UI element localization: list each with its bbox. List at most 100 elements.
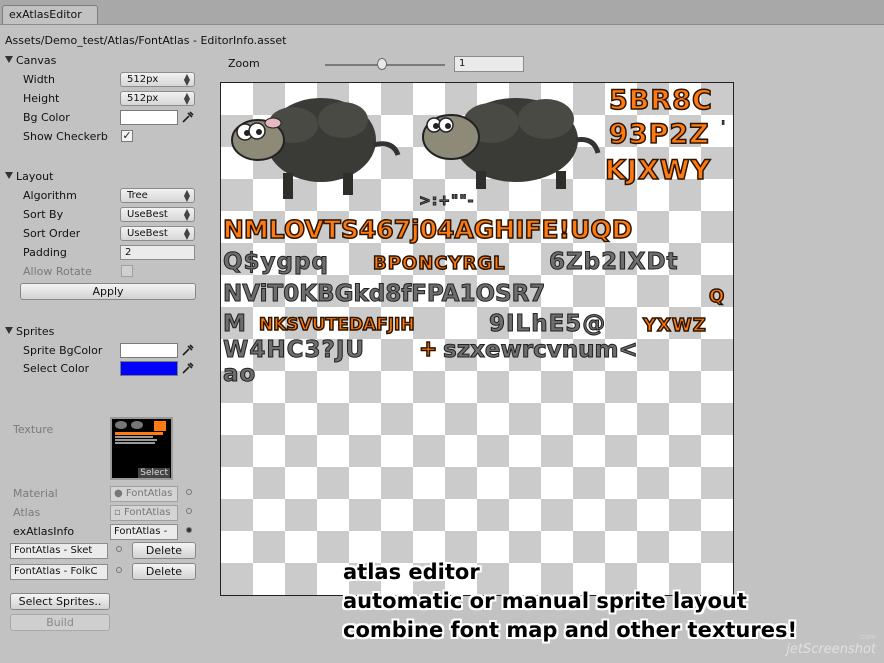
source-sprite-field[interactable]: FontAtlas - FolkC (10, 564, 108, 580)
glyph-row: NMLOVTS467j04AGHIFE!UQD (222, 214, 633, 245)
glyph-row: szxewrcvnum< (443, 337, 639, 364)
atlas-field[interactable]: ▫ FontAtlas (110, 505, 178, 521)
object-picker-icon[interactable] (186, 489, 192, 495)
height-row: Height 512px ▲ ▼ (0, 90, 205, 108)
window-tab-bar: exAtlasEditor (0, 0, 884, 25)
caption-line: atlas editor (343, 560, 480, 584)
width-row: Width 512px ▲ ▼ (0, 71, 205, 89)
allow-rotate-checkbox[interactable] (121, 265, 133, 277)
editor-tab[interactable]: exAtlasEditor (2, 5, 98, 24)
sort-order-label: Sort Order (23, 227, 81, 240)
eyedropper-icon[interactable] (181, 343, 195, 357)
object-picker-icon[interactable] (116, 546, 122, 552)
glyph-row: NViT0KBGkd8fFPA1OSR7 (222, 281, 546, 308)
canvas-section-header[interactable]: Canvas (0, 52, 205, 70)
glyph-row: Q$ygpq (223, 249, 329, 276)
object-picker-icon[interactable] (116, 567, 122, 573)
material-field[interactable]: ● FontAtlas (110, 486, 178, 502)
zoom-input[interactable]: 1 (454, 56, 524, 72)
updown-arrow-icon: ▲ ▼ (183, 188, 190, 203)
show-checkerboard-label: Show Checkerb (23, 130, 108, 143)
sort-by-row: Sort By UseBest ▲ ▼ (0, 206, 205, 224)
watermark-main: jetScreenshot (786, 642, 876, 657)
glyph-row: ao (222, 361, 257, 388)
zoom-label: Zoom (228, 57, 260, 70)
fold-arrow-icon[interactable] (5, 172, 13, 179)
caption-line: combine font map and other textures! (343, 618, 798, 642)
zoom-slider-thumb[interactable] (377, 58, 387, 70)
sort-order-popup[interactable]: UseBest ▲ ▼ (120, 226, 195, 241)
atlas-value: FontAtlas (123, 507, 171, 518)
source-sprite-field[interactable]: FontAtlas - Sket (10, 543, 108, 559)
glyph-row: 9ILhE5@ (488, 311, 607, 338)
updown-arrow-icon: ▲ ▼ (183, 72, 190, 87)
sort-by-popup[interactable]: UseBest ▲ ▼ (120, 207, 195, 222)
height-label: Height (23, 92, 60, 105)
glyph-row: NKSVUTEDAFJIH (258, 314, 415, 336)
padding-label: Padding (23, 246, 67, 259)
sort-by-value: UseBest (127, 209, 168, 220)
width-value: 512px (127, 74, 159, 85)
atlas-row: Atlas ▫ FontAtlas (0, 504, 205, 522)
bg-color-row: Bg Color (0, 109, 205, 127)
thumbnail-select-label[interactable]: Select (138, 468, 170, 478)
object-picker-icon[interactable] (186, 508, 192, 514)
fold-arrow-icon[interactable] (5, 327, 13, 334)
allow-rotate-label: Allow Rotate (23, 265, 92, 278)
allow-rotate-row: Allow Rotate (0, 263, 205, 281)
padding-input[interactable]: 2 (120, 245, 195, 260)
atlas-info-field[interactable]: FontAtlas - (110, 524, 178, 540)
algorithm-popup[interactable]: Tree ▲ ▼ (120, 188, 195, 203)
delete-button[interactable]: Delete (132, 542, 196, 559)
eyedropper-icon[interactable] (181, 361, 195, 375)
bg-color-swatch[interactable] (120, 110, 178, 125)
watermark: .com jetScreenshot (786, 633, 876, 657)
sort-order-row: Sort Order UseBest ▲ ▼ (0, 225, 205, 243)
glyph-row: 93P2Z (608, 118, 710, 151)
watermark-small: .com (858, 633, 876, 641)
glyph-row: W4HC3?JU (222, 337, 366, 364)
show-checkerboard-row: Show Checkerb ✓ (0, 128, 205, 146)
atlas-canvas[interactable]: 5BR8C ' 93P2Z KJXWY >:+""- NMLOVTS467j04… (220, 82, 734, 596)
sprites-section-header[interactable]: Sprites (0, 323, 205, 341)
sheep-sprite[interactable] (223, 85, 413, 215)
sheep-sprite[interactable] (416, 85, 606, 205)
build-button[interactable]: Build (10, 614, 110, 631)
apply-button[interactable]: Apply (20, 283, 196, 300)
file-icon: ▫ (114, 507, 124, 518)
texture-thumbnail[interactable]: Select (110, 417, 173, 480)
glyph-punct-row: >:+""- (418, 193, 475, 210)
select-color-label: Select Color (23, 362, 90, 375)
eyedropper-icon[interactable] (181, 110, 195, 124)
glyph-row: M (223, 311, 247, 338)
fold-arrow-icon[interactable] (5, 56, 13, 63)
padding-row: Padding 2 (0, 244, 205, 262)
width-label: Width (23, 73, 55, 86)
object-picker-icon[interactable] (186, 527, 192, 533)
height-popup[interactable]: 512px ▲ ▼ (120, 91, 195, 106)
algorithm-label: Algorithm (23, 189, 77, 202)
glyph-row: KJXWY (604, 154, 712, 187)
glyph-row: YXWZ (642, 314, 707, 337)
layout-section-header[interactable]: Layout (0, 168, 205, 186)
glyph-row: BPONCYRGL (372, 252, 506, 275)
asset-path: Assets/Demo_test/Atlas/FontAtlas - Edito… (5, 34, 287, 47)
updown-arrow-icon: ▲ ▼ (183, 91, 190, 106)
section-title: Layout (16, 170, 54, 183)
texture-label: Texture (13, 423, 54, 436)
updown-arrow-icon: ▲ ▼ (183, 207, 190, 222)
delete-button[interactable]: Delete (132, 563, 196, 580)
show-checkerboard-checkbox[interactable]: ✓ (121, 130, 133, 142)
bg-color-label: Bg Color (23, 111, 70, 124)
source-item-row: FontAtlas - Sket Delete (0, 542, 205, 560)
atlas-info-row: exAtlasInfo FontAtlas - (0, 523, 205, 541)
atlas-label: Atlas (13, 506, 41, 519)
atlas-info-label: exAtlasInfo (13, 525, 75, 538)
select-sprites-button[interactable]: Select Sprites.. (10, 593, 110, 610)
sprite-bg-color-swatch[interactable] (120, 343, 178, 358)
glyph-row: Q (708, 285, 726, 308)
width-popup[interactable]: 512px ▲ ▼ (120, 72, 195, 87)
algorithm-value: Tree (127, 190, 148, 201)
select-color-swatch[interactable] (120, 361, 178, 376)
material-row: Material ● FontAtlas (0, 485, 205, 503)
